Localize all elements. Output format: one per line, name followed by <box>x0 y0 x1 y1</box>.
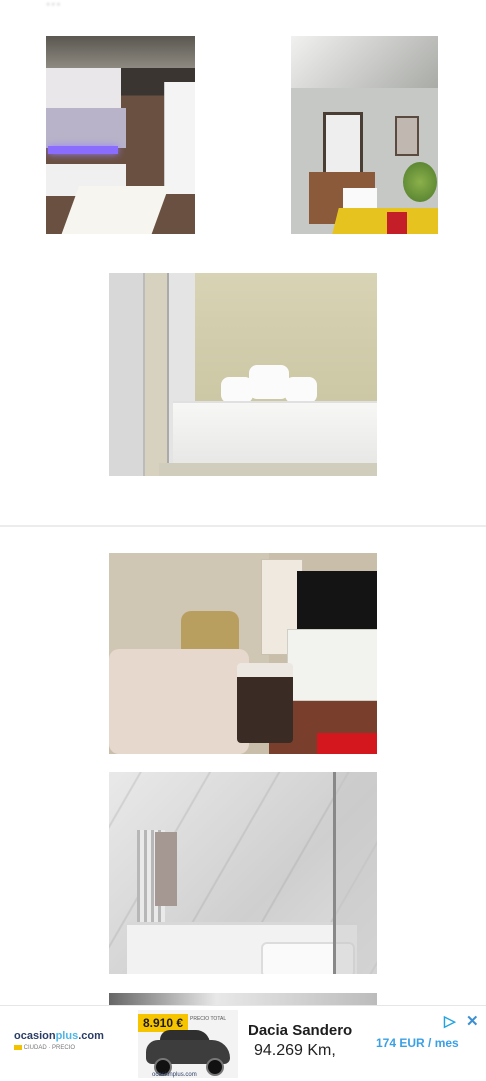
kitchen-photo[interactable] <box>46 36 195 234</box>
ad-brand: ocasion <box>14 1030 56 1042</box>
ad-monthly-price[interactable]: 174 EUR / mes <box>376 1036 459 1050</box>
bedroom-photo[interactable] <box>109 273 377 476</box>
ad-logo[interactable]: ocasionplus.com CIUDAD · PRECIO <box>14 1030 124 1058</box>
ad-car-image[interactable]: 8.910 € PRECIO TOTAL ocasionplus.com <box>138 1010 238 1078</box>
section-heading: ... <box>46 0 62 9</box>
ad-choices-icon[interactable]: ▷ <box>444 1012 456 1030</box>
ad-brand-sub: CIUDAD · PRECIO <box>23 1045 76 1052</box>
next-photo-partial[interactable] <box>109 993 377 1005</box>
ad-brand-accent: plus <box>55 1030 79 1042</box>
ad-banner[interactable]: ocasionplus.com CIUDAD · PRECIO 8.910 € … <box>0 1005 486 1081</box>
dining-photo[interactable] <box>291 36 438 234</box>
ad-car-footer: ocasionplus.com <box>152 1072 197 1078</box>
ad-brand-suffix: .com <box>78 1030 104 1042</box>
close-icon[interactable]: ✕ <box>466 1012 479 1030</box>
bathroom-photo[interactable] <box>109 772 377 974</box>
living-room-photo[interactable] <box>109 553 377 754</box>
ad-mileage: 94.269 Km, <box>254 1042 336 1059</box>
section-divider <box>0 525 486 527</box>
ad-price-note: PRECIO TOTAL <box>190 1016 227 1022</box>
ad-title[interactable]: Dacia Sandero <box>248 1022 352 1039</box>
